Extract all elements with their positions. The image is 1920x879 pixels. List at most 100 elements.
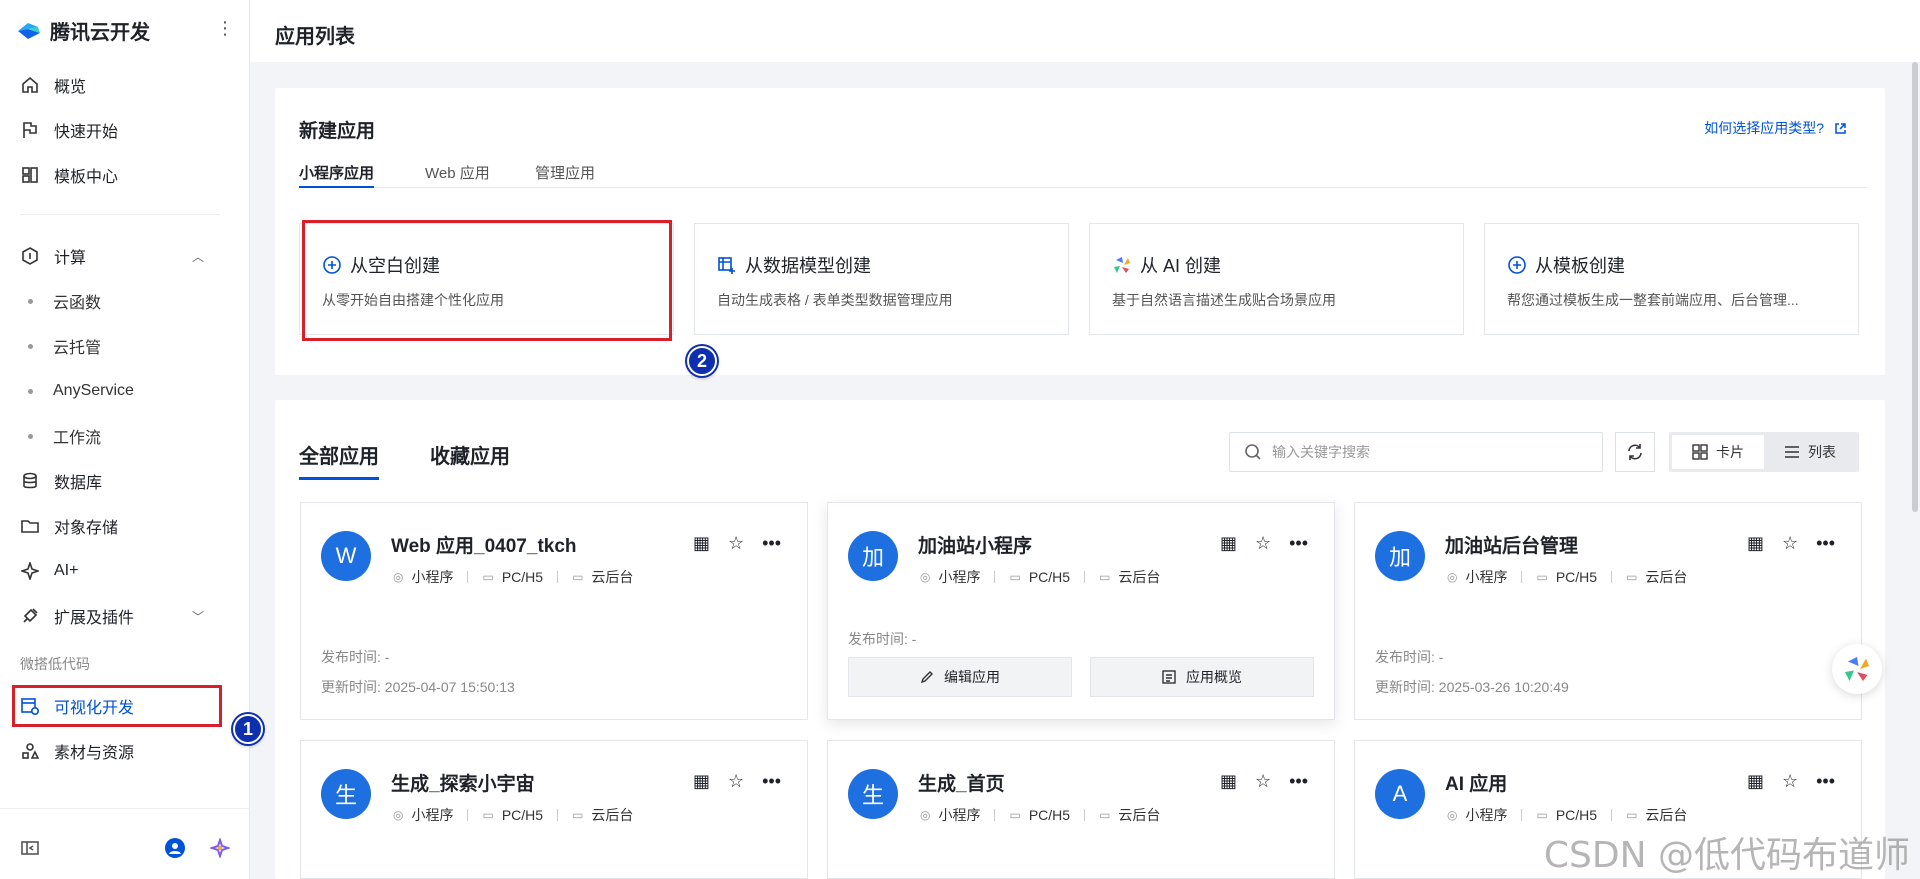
app-card-gas-station-mini[interactable]: 加 加油站小程序 ▦ ☆ ••• ◎ 小程序 ▭ PC/H5 ▭ 云后台 发布时间: … <box>827 502 1335 720</box>
refresh-button[interactable] <box>1615 432 1655 472</box>
view-card-button[interactable]: 卡片 <box>1672 435 1764 469</box>
database-icon <box>20 471 40 491</box>
star-icon[interactable]: ☆ <box>1255 533 1271 554</box>
view-list-button[interactable]: 列表 <box>1764 435 1856 469</box>
laptop-icon: ▭ <box>1626 570 1638 584</box>
tab-mini-program[interactable]: 小程序应用 <box>299 162 375 188</box>
create-from-data-model-option[interactable]: 从数据模型创建 自动生成表格 / 表单类型数据管理应用 <box>694 223 1069 335</box>
sidebar-subitem-anyservice[interactable]: AnyService <box>28 377 134 405</box>
monitor-icon: ▭ <box>1536 808 1548 822</box>
floating-ai-button[interactable] <box>1832 644 1882 694</box>
grid-view-icon <box>1692 444 1708 460</box>
star-icon[interactable]: ☆ <box>728 771 744 792</box>
more-icon[interactable]: ••• <box>1289 771 1308 792</box>
laptop-icon: ▭ <box>1099 808 1111 822</box>
edit-app-button[interactable]: 编辑应用 <box>848 657 1072 697</box>
app-avatar: 加 <box>1375 531 1425 581</box>
sidebar-divider <box>20 214 220 215</box>
sidebar-item-object-storage[interactable]: 对象存储 <box>20 512 230 540</box>
star-icon[interactable]: ☆ <box>1782 771 1798 792</box>
user-avatar-icon[interactable] <box>165 838 185 858</box>
mini-program-icon: ◎ <box>393 570 404 584</box>
star-icon[interactable]: ☆ <box>1255 771 1271 792</box>
tab-admin-app[interactable]: 管理应用 <box>535 162 595 188</box>
sidebar-item-ai-plus[interactable]: AI+ <box>20 557 230 585</box>
sidebar-item-label: AI+ <box>54 562 79 579</box>
app-name: 生成_首页 <box>918 774 1005 795</box>
more-menu-icon[interactable]: ⋮ <box>216 18 234 39</box>
star-icon[interactable]: ☆ <box>728 533 744 554</box>
step-badge-1: 1 <box>233 714 263 744</box>
sidebar-subitem-cloud-hosting[interactable]: 云托管 <box>28 332 101 360</box>
search-input[interactable]: 输入关键字搜索 <box>1272 442 1370 462</box>
sidebar-item-assets[interactable]: 素材与资源 <box>20 737 230 765</box>
sidebar-item-label: 计算 <box>54 250 87 267</box>
search-box[interactable]: 输入关键字搜索 <box>1229 432 1603 472</box>
bullet-icon <box>28 343 33 349</box>
sidebar-item-compute[interactable]: 计算 ︿ <box>20 242 230 270</box>
more-icon[interactable]: ••• <box>1816 771 1835 792</box>
laptop-icon: ▭ <box>572 570 584 584</box>
tag-pc: PC/H5 <box>501 569 544 585</box>
external-link-icon <box>1835 122 1846 134</box>
tag-mini: 小程序 <box>1465 569 1508 585</box>
qrcode-icon[interactable]: ▦ <box>1747 771 1764 792</box>
sidebar-item-overview[interactable]: 概览 <box>20 71 230 99</box>
sidebar-subitem-label: 云托管 <box>53 340 102 357</box>
app-name: 加油站后台管理 <box>1445 536 1579 557</box>
tag-separator <box>1611 571 1613 583</box>
section-label-lowcode: 微搭低代码 <box>20 656 90 672</box>
app-type-tabs: 小程序应用 Web 应用 管理应用 <box>299 162 1867 188</box>
sidebar-subitem-label: 工作流 <box>53 430 102 447</box>
help-link[interactable]: 如何选择应用类型? <box>1704 118 1847 138</box>
more-icon[interactable]: ••• <box>1816 533 1835 554</box>
page-scrollbar[interactable] <box>1912 62 1918 512</box>
qrcode-icon[interactable]: ▦ <box>693 771 710 792</box>
ai-assistant-icon[interactable] <box>208 836 232 860</box>
star-icon[interactable]: ☆ <box>1782 533 1798 554</box>
sidebar-item-label: 概览 <box>54 79 87 96</box>
qrcode-icon[interactable]: ▦ <box>1220 771 1237 792</box>
mini-program-icon: ◎ <box>920 808 931 822</box>
flag-icon <box>20 120 40 140</box>
sparkle-icon <box>20 561 40 581</box>
app-card-home[interactable]: 生 生成_首页 ▦ ☆ ••• ◎ 小程序 ▭ PC/H5 ▭ 云后台 <box>827 740 1335 879</box>
more-icon[interactable]: ••• <box>762 533 781 554</box>
tab-web-app[interactable]: Web 应用 <box>425 162 490 188</box>
sidebar-item-label: 快速开始 <box>54 124 119 141</box>
new-app-panel: 新建应用 如何选择应用类型? 小程序应用 Web 应用 管理应用 从空白创建 从… <box>275 88 1885 376</box>
tab-all-apps[interactable]: 全部应用 <box>299 440 379 480</box>
create-from-ai-option[interactable]: 从 AI 创建 基于自然语言描述生成贴合场景应用 <box>1089 223 1464 335</box>
tag-cloud: 云后台 <box>1645 569 1688 585</box>
sidebar-item-template-center[interactable]: 模板中心 <box>20 161 230 189</box>
qrcode-icon[interactable]: ▦ <box>1220 533 1237 554</box>
sidebar-item-quick-start[interactable]: 快速开始 <box>20 116 230 144</box>
sidebar-item-extensions[interactable]: 扩展及插件 ﹀ <box>20 602 230 630</box>
brand[interactable]: 腾讯云开发 <box>16 16 150 44</box>
app-card-explore-universe[interactable]: 生 生成_探索小宇宙 ▦ ☆ ••• ◎ 小程序 ▭ PC/H5 ▭ 云后台 <box>300 740 808 879</box>
tencent-cloud-logo-icon <box>18 23 40 39</box>
publish-time: 发布时间: - <box>848 631 917 647</box>
collapse-sidebar-icon[interactable] <box>20 838 40 858</box>
create-from-template-option[interactable]: 从模板创建 帮您通过模板生成一整套前端应用、后台管理... <box>1484 223 1859 335</box>
sidebar-subitem-cloud-function[interactable]: 云函数 <box>28 287 101 315</box>
sidebar-item-database[interactable]: 数据库 <box>20 467 230 495</box>
tag-pc: PC/H5 <box>1555 569 1598 585</box>
ai-sparkle-icon <box>1845 657 1869 681</box>
more-icon[interactable]: ••• <box>762 771 781 792</box>
new-app-title: 新建应用 <box>299 121 376 142</box>
tab-favorite-apps[interactable]: 收藏应用 <box>430 440 510 477</box>
tag-pc: PC/H5 <box>1555 807 1598 823</box>
monitor-icon: ▭ <box>482 808 494 822</box>
sidebar-subitem-label: AnyService <box>53 382 134 399</box>
laptop-icon: ▭ <box>1099 570 1111 584</box>
app-card-gas-station-admin[interactable]: 加 加油站后台管理 ▦ ☆ ••• ◎ 小程序 ▭ PC/H5 ▭ 云后台 发布时间:… <box>1354 502 1862 720</box>
qrcode-icon[interactable]: ▦ <box>693 533 710 554</box>
app-card-web-0407[interactable]: W Web 应用_0407_tkch ▦ ☆ ••• ◎ 小程序 ▭ PC/H5 ▭… <box>300 502 808 720</box>
bullet-icon <box>28 388 33 394</box>
app-overview-button[interactable]: 应用概览 <box>1090 657 1314 697</box>
qrcode-icon[interactable]: ▦ <box>1747 533 1764 554</box>
option-title: 从数据模型创建 <box>745 256 871 276</box>
more-icon[interactable]: ••• <box>1289 533 1308 554</box>
sidebar-subitem-workflow[interactable]: 工作流 <box>28 422 101 450</box>
